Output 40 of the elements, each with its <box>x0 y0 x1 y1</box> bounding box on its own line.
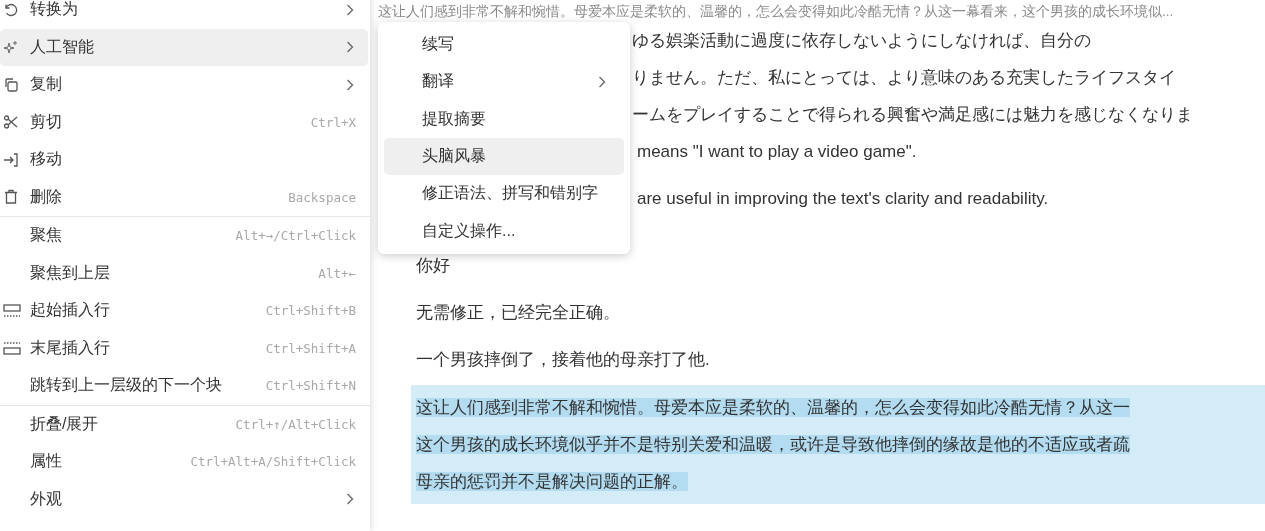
menu-item[interactable]: 末尾插入行 Ctrl+Shift+A <box>0 329 368 367</box>
menu-item[interactable]: 剪切 Ctrl+X <box>0 103 368 141</box>
menu-item[interactable]: 修正语法、拼写和错别字 <box>384 175 624 213</box>
paragraph-text: ゆる娯楽活動に過度に依存しないようにしなければ、自分の <box>632 31 1091 50</box>
menu-item[interactable]: 外观 <box>0 480 368 518</box>
paragraph-text: 无需修正，已经完全正确。 <box>415 302 621 324</box>
insert-above-icon <box>3 302 21 319</box>
menu-item[interactable]: 头脑风暴 <box>384 137 624 176</box>
menu-item[interactable]: 移动 <box>0 141 368 179</box>
menu-item[interactable]: 属性 Ctrl+Alt+A/Shift+Click <box>0 443 368 481</box>
paragraph-text: 一个男孩摔倒了，接着他的母亲打了他. <box>415 349 711 371</box>
move-in-icon <box>3 151 19 168</box>
trash-icon <box>3 189 19 206</box>
menu-item[interactable]: 翻译 <box>384 63 624 101</box>
menu-item[interactable]: 自定义操作... <box>384 212 624 250</box>
menu-item[interactable]: 复制 <box>0 66 368 104</box>
menu-item[interactable]: 聚焦到上层 Alt+← <box>0 254 368 292</box>
paragraph-text: りません。ただ、私にとっては、より意味のある充実したライフスタイ <box>632 68 1176 87</box>
paragraph-text: means "I want to play a video game". <box>637 142 917 161</box>
paragraph-text: 母亲的惩罚并不是解决问题的正解。 <box>416 472 688 491</box>
menu-item[interactable]: 聚焦 Alt+→/Ctrl+Click <box>0 217 368 255</box>
sparkle-icon <box>3 39 19 56</box>
menu-item[interactable]: 转换为 <box>0 0 368 29</box>
document-header: 这让人们感到非常不解和惋惜。母爱本应是柔软的、温馨的，怎么会变得如此冷酷无情？从这一幕看来，这个男孩的成长环境似... <box>377 3 1175 21</box>
paragraph-text: 这让人们感到非常不解和惋惜。母爱本应是柔软的、温馨的，怎么会变得如此冷酷无情？从这一 <box>416 398 1130 417</box>
menu-item[interactable]: 跳转到上一层级的下一个块 Ctrl+Shift+N <box>0 367 368 405</box>
menu-item[interactable]: 续写 <box>384 26 624 64</box>
paragraph-text: 这个男孩的成长环境似乎并不是特别关爱和温暖，或许是导致他摔倒的缘故是他的不适应或者疏 <box>416 435 1130 454</box>
rotate-icon <box>3 1 19 18</box>
menu-item[interactable]: 提取摘要 <box>384 100 624 138</box>
paragraph-text: are useful in improving the text's clarity and readability. <box>637 189 1049 208</box>
insert-below-icon <box>3 340 21 357</box>
menu-item[interactable]: 折叠/展开 Ctrl+↑/Alt+Click <box>0 405 368 443</box>
menu-item[interactable]: 起始插入行 Ctrl+Shift+B <box>0 292 368 330</box>
menu-item[interactable]: 删除 Backspace <box>0 178 368 216</box>
scissors-icon <box>3 114 19 131</box>
paragraph-text: ームをプレイすることで得られる興奮や満足感には魅力を感じなくなりま <box>632 105 1193 124</box>
menu-item[interactable]: 人工智能 <box>0 28 368 66</box>
paragraph-text: 你好 <box>415 255 451 277</box>
copy-icon <box>3 76 19 93</box>
